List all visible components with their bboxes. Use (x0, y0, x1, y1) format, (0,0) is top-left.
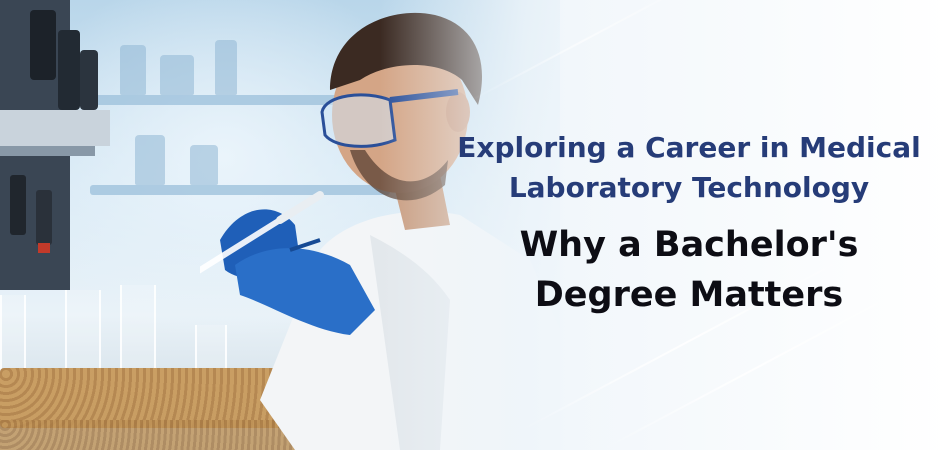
headline-title-line-2: Laboratory Technology (508, 171, 870, 204)
headline-title-line-1: Exploring a Career in Medical (457, 131, 921, 164)
hero-banner: Exploring a Career in Medical Laboratory… (0, 0, 950, 450)
headline-title: Exploring a Career in Medical Laboratory… (438, 128, 940, 208)
headline-block: Exploring a Career in Medical Laboratory… (438, 128, 940, 320)
lab-bottle (160, 55, 194, 95)
headline-subtitle-line-1: Why a Bachelor's (519, 225, 859, 265)
headline-subtitle-line-2: Degree Matters (534, 275, 844, 315)
lab-bottle (120, 45, 146, 95)
microscope-icon (0, 0, 110, 290)
headline-subtitle: Why a Bachelor's Degree Matters (438, 220, 940, 320)
lab-bottle (135, 135, 165, 185)
